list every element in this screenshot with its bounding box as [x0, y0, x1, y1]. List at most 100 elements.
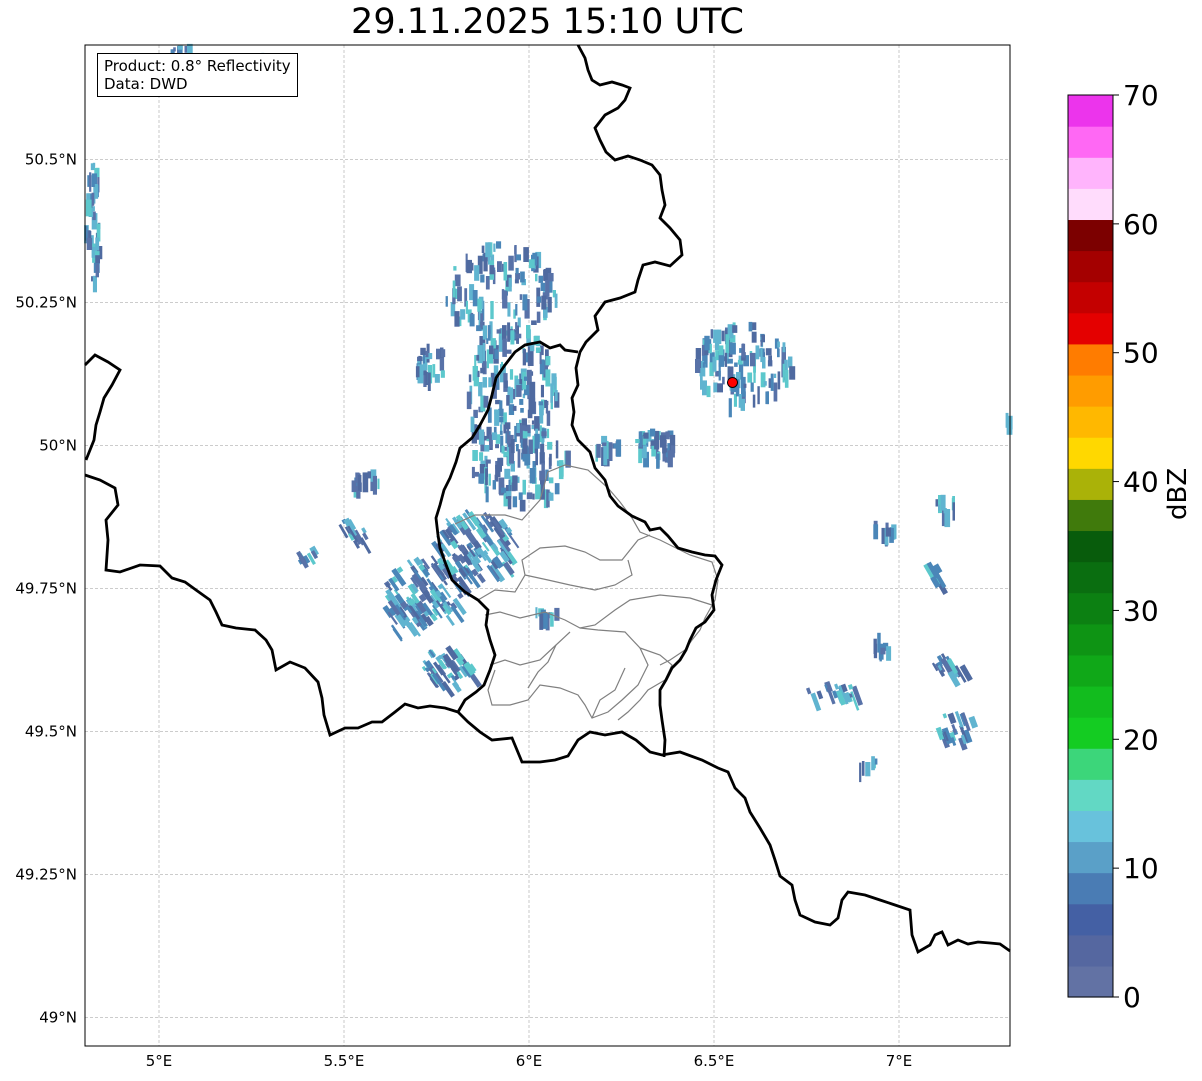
- echo-cell: [489, 265, 495, 275]
- echo-cell: [445, 296, 448, 307]
- echo-cell: [443, 580, 448, 586]
- echo-cell: [635, 439, 640, 444]
- lon-tick-label: 5°E: [146, 1052, 173, 1070]
- echo-cell: [502, 338, 507, 357]
- echo-cell: [538, 275, 543, 283]
- echo-cell: [504, 468, 511, 479]
- echo-cell: [515, 273, 520, 280]
- echo-cell: [469, 314, 475, 327]
- echo-cell: [361, 527, 367, 534]
- echo-cell: [480, 274, 485, 283]
- echo-cell: [643, 432, 649, 439]
- colorbar-segment: [1068, 406, 1113, 438]
- colorbar-label: dBZ: [1163, 467, 1193, 520]
- echo-cell: [502, 325, 507, 340]
- echo-cell: [724, 352, 728, 367]
- echo-cell: [503, 424, 507, 434]
- echo-cell: [486, 338, 489, 344]
- echo-cell: [516, 254, 521, 261]
- echo-cell: [865, 762, 871, 777]
- echo-cell: [509, 387, 514, 404]
- echo-cell: [540, 443, 545, 463]
- echo-cell: [547, 441, 553, 450]
- echo-cell: [372, 475, 377, 495]
- colorbar-segment: [1068, 374, 1113, 407]
- echo-cell: [522, 349, 526, 366]
- echo-cell: [495, 464, 501, 478]
- echo-cell: [501, 487, 506, 493]
- lat-tick-label: 50°N: [39, 436, 77, 454]
- lon-tick-label: 5.5°E: [324, 1052, 365, 1070]
- echo-cell: [555, 440, 559, 459]
- echo-cell: [650, 428, 656, 437]
- echo-cell: [481, 245, 485, 253]
- echo-cell: [476, 573, 486, 584]
- echo-cell: [774, 373, 777, 378]
- echo-cell: [473, 377, 479, 387]
- echo-cell: [728, 398, 732, 418]
- echo-cell: [357, 475, 362, 491]
- echo-cell: [536, 311, 541, 323]
- echo-cell: [490, 301, 494, 320]
- echo-cell: [514, 279, 519, 284]
- echo-cell: [496, 329, 502, 334]
- echo-cell: [457, 286, 462, 302]
- echo-cell: [773, 382, 778, 402]
- colorbar-segment: [1068, 312, 1113, 345]
- echo-cell: [474, 355, 477, 371]
- lon-tick-label: 7°E: [886, 1052, 913, 1070]
- echo-cell: [662, 439, 667, 454]
- echo-cell: [528, 439, 533, 454]
- echo-cell: [732, 325, 738, 333]
- echo-cell: [952, 502, 955, 521]
- echo-cell: [760, 348, 763, 363]
- colorbar-segment: [1068, 219, 1113, 252]
- echo-cell: [515, 333, 522, 339]
- echo-cell: [420, 347, 426, 355]
- echo-cell: [539, 351, 542, 365]
- echo-cell: [484, 445, 490, 452]
- echo-cell: [706, 385, 711, 398]
- echo-cell: [537, 296, 542, 303]
- echo-cell: [524, 376, 528, 381]
- echo-cell: [472, 450, 478, 461]
- lat-tick-label: 49°N: [39, 1008, 77, 1026]
- echo-cell: [737, 359, 743, 365]
- echo-cell: [938, 504, 941, 511]
- echo-cell: [520, 408, 524, 413]
- echo-cell: [886, 646, 892, 661]
- colorbar-segment: [1068, 810, 1113, 843]
- echo-cell: [761, 334, 765, 343]
- echo-cell: [721, 330, 725, 342]
- echo-cell: [91, 192, 95, 206]
- echo-cell: [488, 352, 494, 364]
- echo-cell: [749, 352, 756, 367]
- echo-cell: [466, 259, 472, 274]
- echo-cell: [968, 715, 979, 729]
- colorbar: 0 10 20 30 40 50 60 70: [1067, 79, 1159, 1014]
- echo-cell: [753, 369, 756, 383]
- echo-cell: [519, 399, 524, 405]
- echo-cell: [173, 47, 176, 52]
- colorbar-segment: [1068, 841, 1113, 874]
- echo-cell: [789, 366, 796, 380]
- echo-cell: [741, 343, 746, 358]
- echo-cell: [473, 471, 479, 477]
- echo-cell: [499, 430, 503, 435]
- echo-cell: [765, 348, 772, 356]
- echo-cell: [522, 479, 526, 495]
- echo-cell: [718, 345, 724, 356]
- echo-cell: [454, 311, 460, 327]
- echo-cell: [367, 471, 371, 479]
- echo-cell: [434, 374, 440, 383]
- echo-cell: [777, 341, 780, 348]
- echo-cell: [507, 322, 511, 342]
- colorbar-segment: [1068, 499, 1113, 532]
- echo-cell: [713, 329, 719, 343]
- echo-cell: [873, 638, 877, 654]
- echo-cell: [729, 342, 736, 355]
- data-source-label: Data: DWD: [104, 75, 188, 93]
- echo-cell: [544, 399, 548, 408]
- echo-cell: [535, 607, 538, 619]
- echo-cell: [549, 453, 552, 466]
